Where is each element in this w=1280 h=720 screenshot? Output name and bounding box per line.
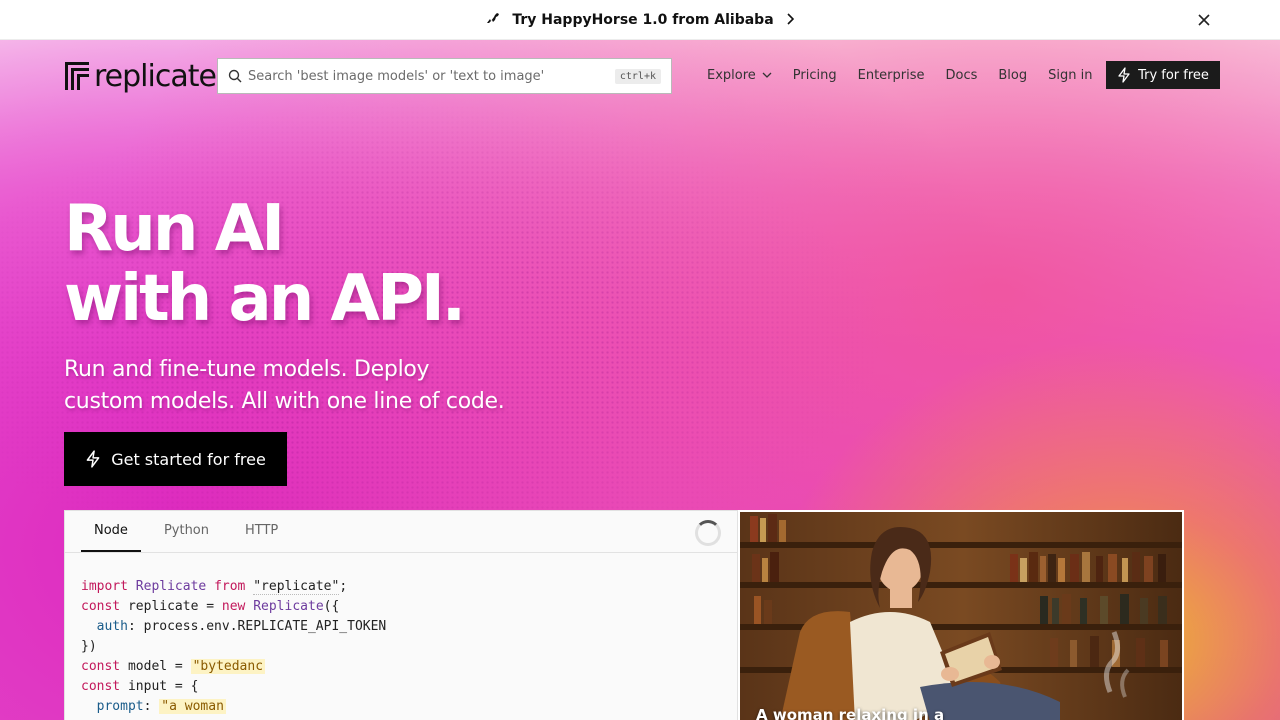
code-line: const model = "bytedanc — [81, 657, 721, 677]
hero-headline-line1: Run AI — [64, 192, 285, 266]
nav-sign-in[interactable]: Sign in — [1048, 68, 1092, 83]
replicate-logo-mark-icon — [65, 62, 89, 90]
example-output-image[interactable]: A woman relaxing in a — [738, 510, 1184, 720]
code-block: import Replicate from "replicate"; const … — [65, 553, 737, 720]
code-token: const — [81, 599, 121, 614]
code-token: "a woman — [159, 699, 226, 714]
chevron-right-icon — [786, 10, 794, 29]
code-line: import Replicate from "replicate"; — [81, 577, 721, 597]
replicate-logo[interactable]: replicate — [64, 58, 217, 94]
nav-explore-label: Explore — [707, 67, 756, 83]
code-token: from — [214, 579, 246, 594]
nav-enterprise[interactable]: Enterprise — [858, 68, 925, 83]
main-nav: Explore Pricing Enterprise Docs Blog Sig… — [707, 60, 1092, 90]
code-token: prompt — [96, 699, 144, 714]
code-token: const — [81, 679, 121, 694]
search-shortcut-badge: ctrl+k — [614, 68, 661, 84]
code-token: import — [81, 579, 128, 594]
lightning-icon — [1118, 67, 1130, 83]
announcement-bar: Try HappyHorse 1.0 from Alibaba — [0, 0, 1280, 40]
hero-headline: Run AI with an API. — [64, 194, 764, 334]
code-token: input = { — [120, 679, 199, 694]
code-line: }) — [81, 637, 721, 657]
lightning-icon — [86, 450, 100, 468]
hero-headline-line2: with an API. — [64, 262, 466, 336]
horse-icon — [486, 12, 500, 28]
code-line: prompt: "a woman — [81, 697, 721, 717]
hero-subheadline-line1: Run and fine-tune models. Deploy — [64, 357, 430, 382]
announcement-link[interactable]: Try HappyHorse 1.0 from Alibaba — [486, 10, 794, 29]
code-token: ({ — [323, 599, 340, 614]
code-token: replicate = — [120, 599, 222, 614]
code-token: Replicate — [135, 579, 207, 594]
code-line: auth: process.env.REPLICATE_API_TOKEN — [81, 617, 721, 637]
announcement-text: Try HappyHorse 1.0 from Alibaba — [512, 11, 774, 28]
logo-text: replicate — [94, 58, 217, 94]
get-started-button[interactable]: Get started for free — [64, 432, 287, 486]
code-line: const replicate = new Replicate({ — [81, 597, 721, 617]
nav-docs[interactable]: Docs — [946, 68, 978, 83]
code-token: "replicate" — [253, 579, 340, 595]
search-bar[interactable]: ctrl+k — [217, 58, 672, 94]
tab-node[interactable]: Node — [81, 511, 141, 552]
code-token: new — [221, 599, 246, 614]
loading-spinner-icon — [695, 520, 721, 546]
tab-http[interactable]: HTTP — [232, 511, 291, 552]
code-token: Replicate — [253, 599, 324, 614]
search-input[interactable] — [248, 68, 615, 84]
code-token: ; — [339, 579, 348, 594]
image-caption: A woman relaxing in a — [756, 706, 945, 720]
try-for-free-button[interactable]: Try for free — [1106, 61, 1220, 89]
code-line: const input = { — [81, 677, 721, 697]
code-token: "bytedanc — [190, 659, 266, 674]
try-for-free-label: Try for free — [1138, 67, 1209, 83]
code-token: model = — [120, 659, 191, 674]
woman-reading-illustration — [740, 512, 1182, 720]
code-token: : — [143, 699, 160, 714]
code-token: : process.env.REPLICATE_API_TOKEN — [127, 619, 387, 634]
get-started-label: Get started for free — [111, 449, 266, 469]
search-icon — [228, 69, 242, 83]
code-example-panel: Node Python HTTP import Replicate from "… — [64, 510, 738, 720]
hero-subheadline-line2: custom models. All with one line of code… — [64, 389, 505, 414]
nav-pricing[interactable]: Pricing — [793, 68, 837, 83]
nav-explore[interactable]: Explore — [707, 68, 772, 83]
hero-subheadline: Run and fine-tune models. Deploy custom … — [64, 354, 584, 418]
chevron-down-icon — [762, 72, 772, 78]
code-token: }) — [81, 639, 97, 654]
code-token: auth — [96, 619, 128, 634]
site-header: replicate ctrl+k Explore Pricing Enterpr… — [0, 40, 1280, 112]
close-icon[interactable] — [1194, 10, 1214, 30]
code-token: const — [81, 659, 121, 674]
language-tabs: Node Python HTTP — [65, 511, 737, 553]
nav-blog[interactable]: Blog — [998, 68, 1027, 83]
tab-python[interactable]: Python — [151, 511, 222, 552]
